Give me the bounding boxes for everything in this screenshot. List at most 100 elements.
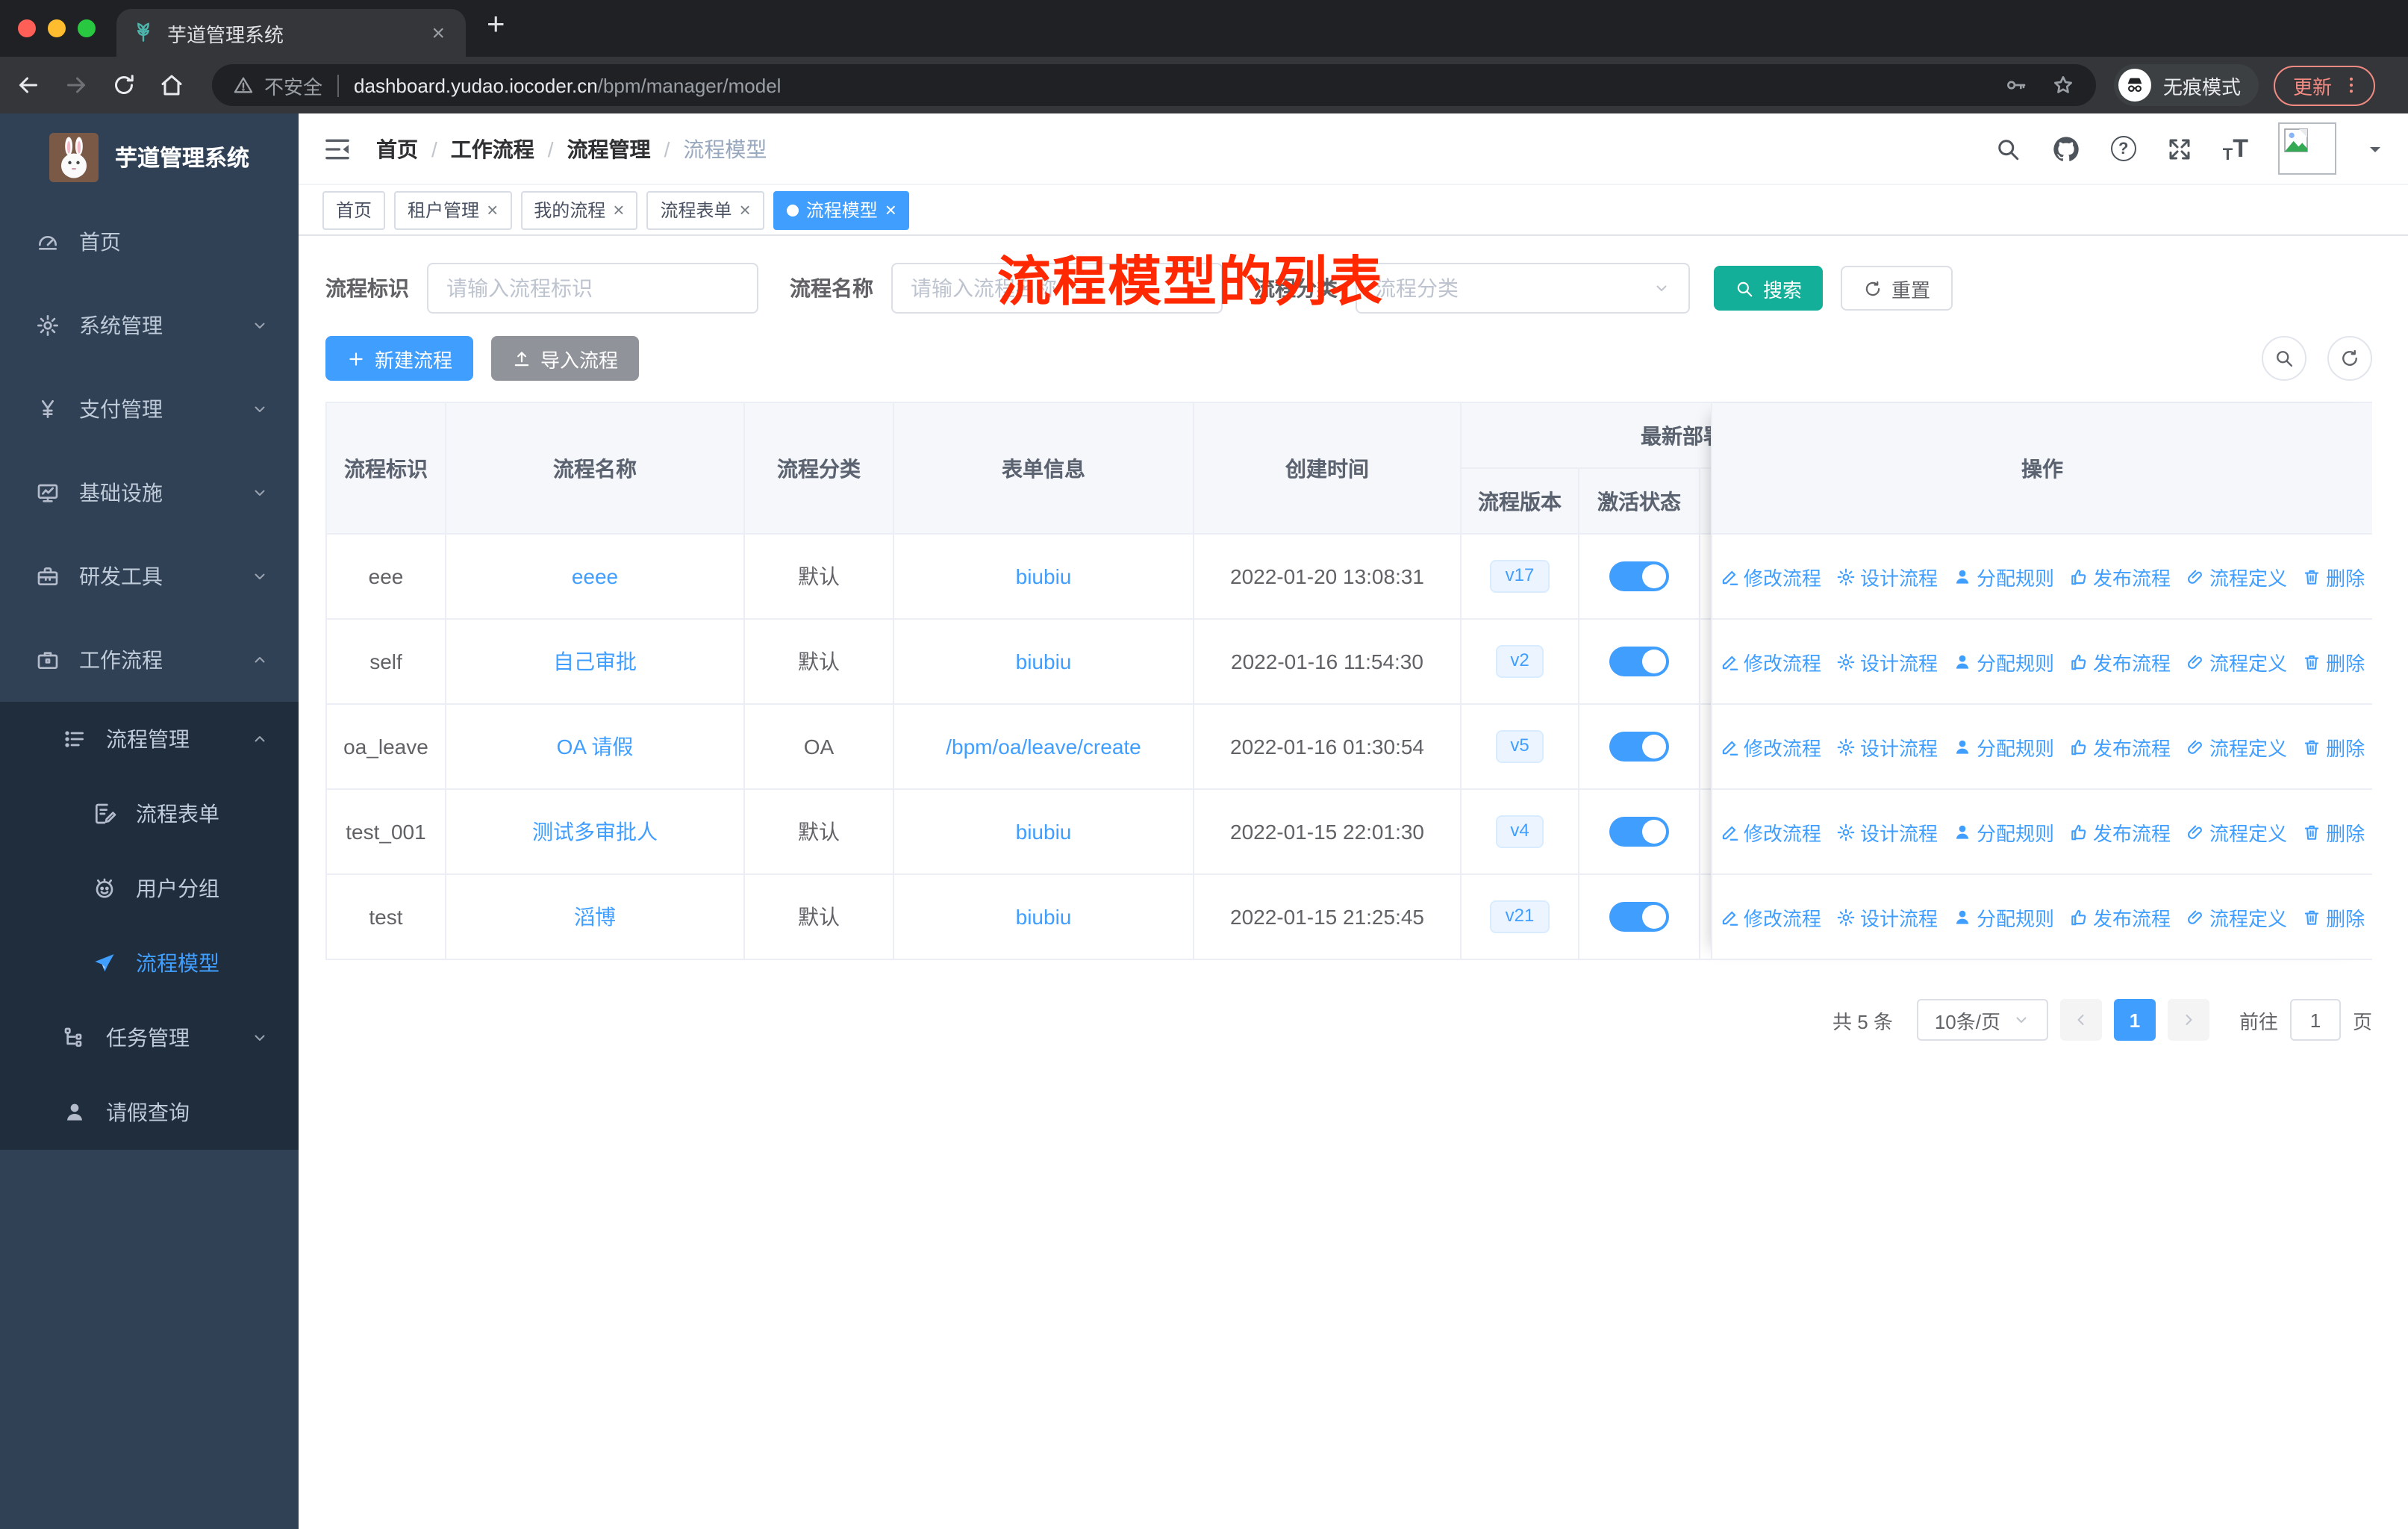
process-id-input[interactable] <box>427 263 758 314</box>
action-流程定义[interactable]: 流程定义 <box>2186 647 2287 676</box>
action-删除[interactable]: 删除 <box>2302 903 2365 931</box>
tag-流程模型[interactable]: 流程模型 × <box>773 190 910 229</box>
new-process-button[interactable]: 新建流程 <box>325 336 474 381</box>
reload-icon[interactable] <box>110 72 137 99</box>
next-page-button[interactable] <box>2167 999 2209 1041</box>
active-toggle[interactable] <box>1609 902 1669 932</box>
active-toggle[interactable] <box>1609 732 1669 762</box>
action-删除[interactable]: 删除 <box>2302 732 2365 761</box>
sidebar-item-工作流程[interactable]: 工作流程 <box>0 618 299 702</box>
action-分配规则[interactable]: 分配规则 <box>1953 562 2054 591</box>
user-avatar[interactable] <box>2278 122 2336 175</box>
sidebar-item-流程表单[interactable]: 流程表单 <box>0 776 299 851</box>
new-tab-button[interactable]: + <box>487 7 505 43</box>
action-分配规则[interactable]: 分配规则 <box>1953 732 2054 761</box>
action-发布流程[interactable]: 发布流程 <box>2069 818 2171 846</box>
action-流程定义[interactable]: 流程定义 <box>2186 562 2287 591</box>
header-search-icon[interactable] <box>1994 135 2021 162</box>
hamburger-icon[interactable] <box>322 134 352 164</box>
tag-close-icon[interactable]: × <box>487 199 498 221</box>
sidebar-item-系统管理[interactable]: 系统管理 <box>0 284 299 367</box>
show-search-button[interactable] <box>2262 336 2306 381</box>
update-button[interactable]: 更新 <box>2274 65 2376 105</box>
sidebar-item-请假查询[interactable]: 请假查询 <box>0 1075 299 1150</box>
form-info-link[interactable]: biubiu <box>1016 820 1072 844</box>
tag-流程表单[interactable]: 流程表单 × <box>646 190 764 229</box>
action-删除[interactable]: 删除 <box>2302 647 2365 676</box>
sidebar-item-流程模型[interactable]: 流程模型 <box>0 926 299 1000</box>
browser-tab[interactable]: 芋道管理系统 × <box>116 9 466 57</box>
sidebar-item-支付管理[interactable]: 支付管理 <box>0 367 299 451</box>
action-发布流程[interactable]: 发布流程 <box>2069 903 2171 931</box>
action-设计流程[interactable]: 设计流程 <box>1836 732 1938 761</box>
help-icon[interactable]: ? <box>2110 136 2136 161</box>
github-icon[interactable] <box>2051 134 2081 164</box>
process-category-select[interactable]: 流程分类 <box>1356 263 1690 314</box>
action-分配规则[interactable]: 分配规则 <box>1953 903 2054 931</box>
page-number-button[interactable]: 1 <box>2113 999 2156 1041</box>
action-删除[interactable]: 删除 <box>2302 562 2365 591</box>
browser-menu-dots-icon[interactable] <box>2341 75 2362 96</box>
home-icon[interactable] <box>158 72 185 99</box>
sidebar-item-首页[interactable]: 首页 <box>0 200 299 284</box>
process-name-link[interactable]: OA 请假 <box>557 732 634 762</box>
avatar-caret-icon[interactable] <box>2366 140 2384 158</box>
tag-close-icon[interactable]: × <box>740 199 751 221</box>
tab-close-icon[interactable]: × <box>425 20 451 46</box>
action-修改流程[interactable]: 修改流程 <box>1720 732 1821 761</box>
reset-button[interactable]: 重置 <box>1841 266 1953 311</box>
action-分配规则[interactable]: 分配规则 <box>1953 818 2054 846</box>
tag-close-icon[interactable]: × <box>885 199 896 221</box>
action-发布流程[interactable]: 发布流程 <box>2069 562 2171 591</box>
search-button[interactable]: 搜索 <box>1714 266 1824 311</box>
action-设计流程[interactable]: 设计流程 <box>1836 818 1938 846</box>
process-name-link[interactable]: 滔博 <box>574 902 616 932</box>
form-info-link[interactable]: biubiu <box>1016 564 1072 588</box>
action-分配规则[interactable]: 分配规则 <box>1953 647 2054 676</box>
action-修改流程[interactable]: 修改流程 <box>1720 562 1821 591</box>
process-name-link[interactable]: 自己审批 <box>553 647 637 676</box>
process-name-link[interactable]: eeee <box>572 564 618 588</box>
traffic-light-zoom[interactable] <box>78 19 96 37</box>
active-toggle[interactable] <box>1609 817 1669 847</box>
action-流程定义[interactable]: 流程定义 <box>2186 732 2287 761</box>
breadcrumb-workflow[interactable]: 工作流程 <box>451 134 534 164</box>
import-process-button[interactable]: 导入流程 <box>491 336 640 381</box>
traffic-light-minimize[interactable] <box>48 19 66 37</box>
action-流程定义[interactable]: 流程定义 <box>2186 818 2287 846</box>
form-info-link[interactable]: biubiu <box>1016 905 1072 929</box>
traffic-light-close[interactable] <box>18 19 36 37</box>
bookmark-star-icon[interactable] <box>2051 73 2075 97</box>
action-设计流程[interactable]: 设计流程 <box>1836 562 1938 591</box>
sidebar-item-基础设施[interactable]: 基础设施 <box>0 451 299 535</box>
goto-page-input[interactable] <box>2289 999 2341 1041</box>
refresh-table-button[interactable] <box>2327 336 2372 381</box>
forward-icon[interactable] <box>63 72 90 99</box>
sidebar-item-用户分组[interactable]: 用户分组 <box>0 851 299 926</box>
action-删除[interactable]: 删除 <box>2302 818 2365 846</box>
back-icon[interactable] <box>15 72 42 99</box>
form-info-link[interactable]: /bpm/oa/leave/create <box>946 735 1141 759</box>
fullscreen-icon[interactable] <box>2166 135 2193 162</box>
action-修改流程[interactable]: 修改流程 <box>1720 647 1821 676</box>
action-修改流程[interactable]: 修改流程 <box>1720 903 1821 931</box>
sidebar-item-任务管理[interactable]: 任务管理 <box>0 1000 299 1075</box>
address-bar[interactable]: 不安全 dashboard.yudao.iocoder.cn/bpm/manag… <box>212 64 2096 106</box>
sidebar-item-研发工具[interactable]: 研发工具 <box>0 535 299 618</box>
active-toggle[interactable] <box>1609 561 1669 591</box>
process-name-link[interactable]: 测试多审批人 <box>532 817 658 847</box>
action-设计流程[interactable]: 设计流程 <box>1836 647 1938 676</box>
key-icon[interactable] <box>2003 73 2027 97</box>
tag-首页[interactable]: 首页 <box>322 190 386 229</box>
active-toggle[interactable] <box>1609 647 1669 676</box>
font-size-icon[interactable]: TT <box>2223 134 2248 164</box>
breadcrumb-process-mgmt[interactable]: 流程管理 <box>567 134 651 164</box>
tag-我的流程[interactable]: 我的流程 × <box>520 190 638 229</box>
tag-租户管理[interactable]: 租户管理 × <box>394 190 512 229</box>
action-设计流程[interactable]: 设计流程 <box>1836 903 1938 931</box>
action-修改流程[interactable]: 修改流程 <box>1720 818 1821 846</box>
action-发布流程[interactable]: 发布流程 <box>2069 732 2171 761</box>
sidebar-item-流程管理[interactable]: 流程管理 <box>0 702 299 776</box>
action-流程定义[interactable]: 流程定义 <box>2186 903 2287 931</box>
breadcrumb-home[interactable]: 首页 <box>376 134 418 164</box>
